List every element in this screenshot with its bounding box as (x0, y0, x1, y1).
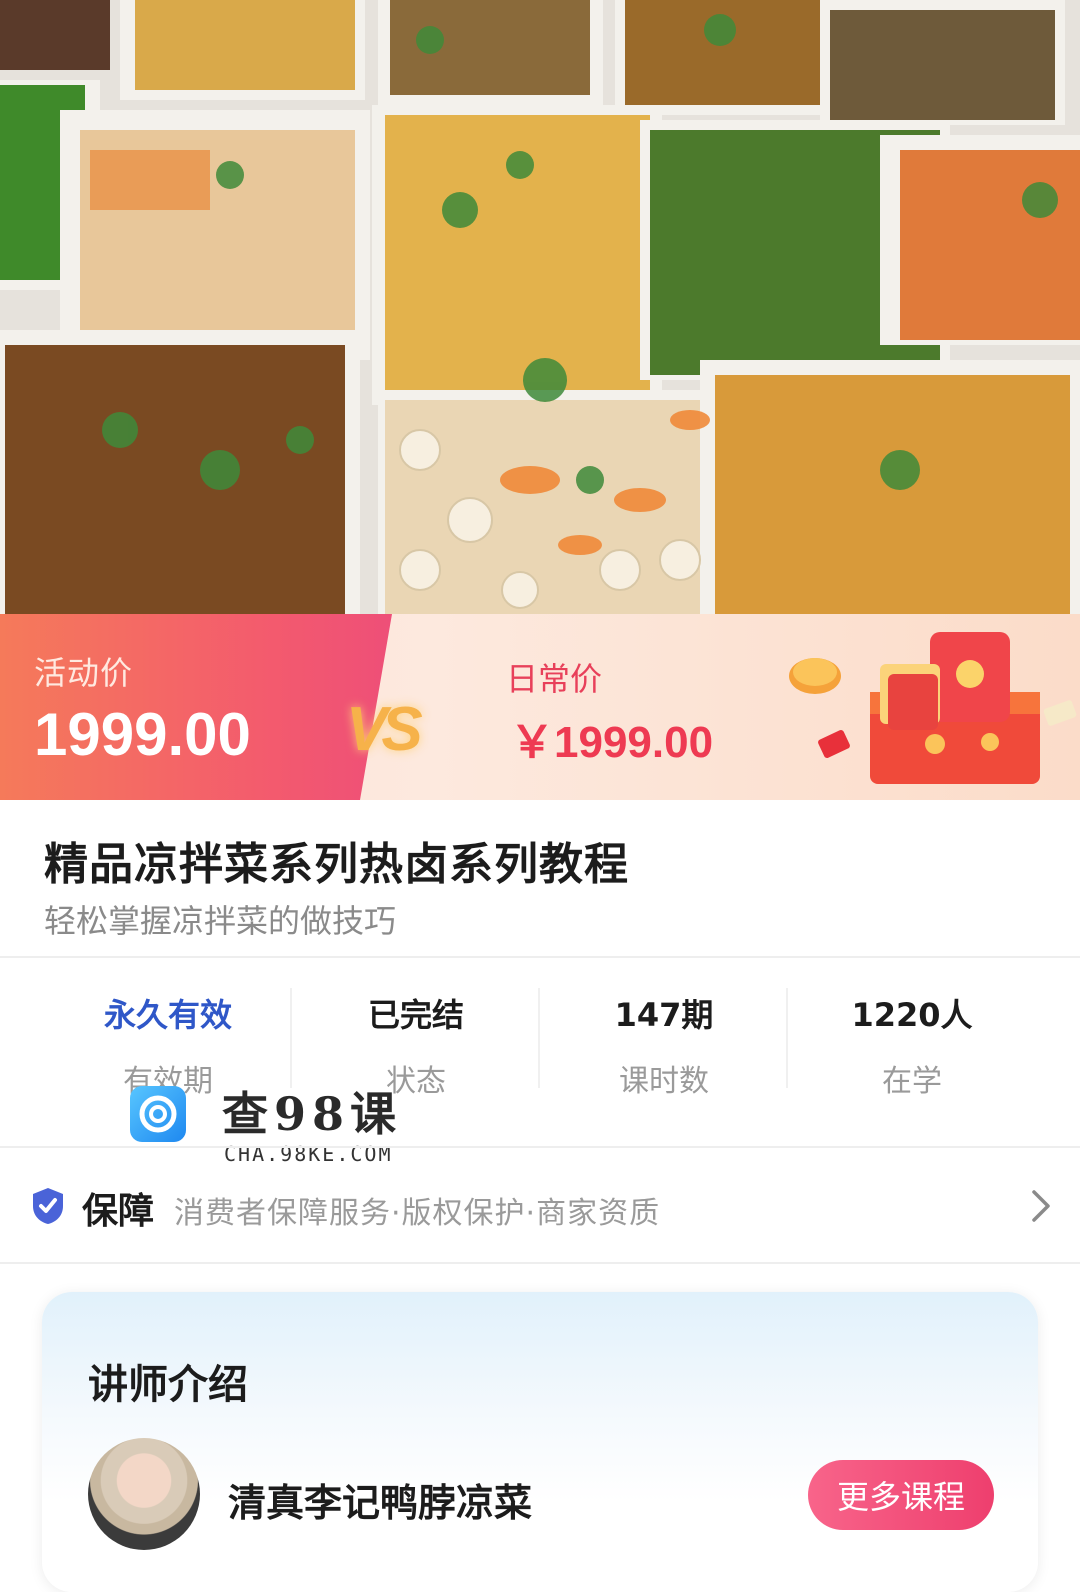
vs-badge: VS (346, 695, 423, 764)
guarantee-items: 消费者保障服务·版权保护·商家资质 (174, 1196, 661, 1231)
lecturer-card: 讲师介绍 清真李记鸭脖凉菜 更多课程 (42, 1292, 1038, 1592)
shield-check-icon (33, 1188, 63, 1224)
lecturer-section-title: 讲师介绍 (88, 1362, 248, 1408)
stat-value: 147期 (614, 996, 714, 1034)
food-photo (0, 0, 1080, 614)
stat-value: 已完结 (367, 996, 464, 1034)
watermark-logo-icon (130, 1086, 186, 1142)
divider (0, 1262, 1080, 1264)
promo-price-label: 活动价 (34, 654, 134, 692)
stat-value: 1220人 (851, 996, 973, 1034)
watermark-text: 查98课 (222, 1087, 403, 1141)
promo-price-value: 1999.00 (34, 701, 251, 768)
more-courses-button[interactable]: 更多课程 (808, 1460, 994, 1530)
guarantee-row[interactable]: 保障 消费者保障服务·版权保护·商家资质 (0, 1150, 1080, 1262)
daily-price-value: ￥1999.00 (510, 718, 714, 767)
divider (0, 956, 1080, 958)
stat-label: 课时数 (619, 1064, 709, 1099)
course-subtitle: 轻松掌握凉拌菜的做技巧 (44, 902, 397, 940)
guarantee-title: 保障 (82, 1191, 155, 1232)
course-title: 精品凉拌菜系列热卤系列教程 (44, 839, 629, 890)
lecturer-name[interactable]: 清真李记鸭脖凉菜 (228, 1472, 532, 1527)
avatar[interactable] (88, 1438, 200, 1550)
hero-image[interactable] (0, 0, 1080, 614)
divider (0, 1146, 1080, 1148)
chevron-right-icon (1032, 1190, 1050, 1222)
stat-lessons: 147期 课时数 (540, 986, 788, 1099)
stat-value: 永久有效 (103, 996, 232, 1034)
gift-box-icon (789, 632, 1077, 784)
stat-label: 在学 (882, 1064, 942, 1099)
daily-price-label: 日常价 (506, 660, 603, 698)
price-banner: 活动价 1999.00 VS 日常价 ￥1999.00 (0, 614, 1080, 800)
stat-learners: 1220人 在学 (788, 986, 1036, 1099)
